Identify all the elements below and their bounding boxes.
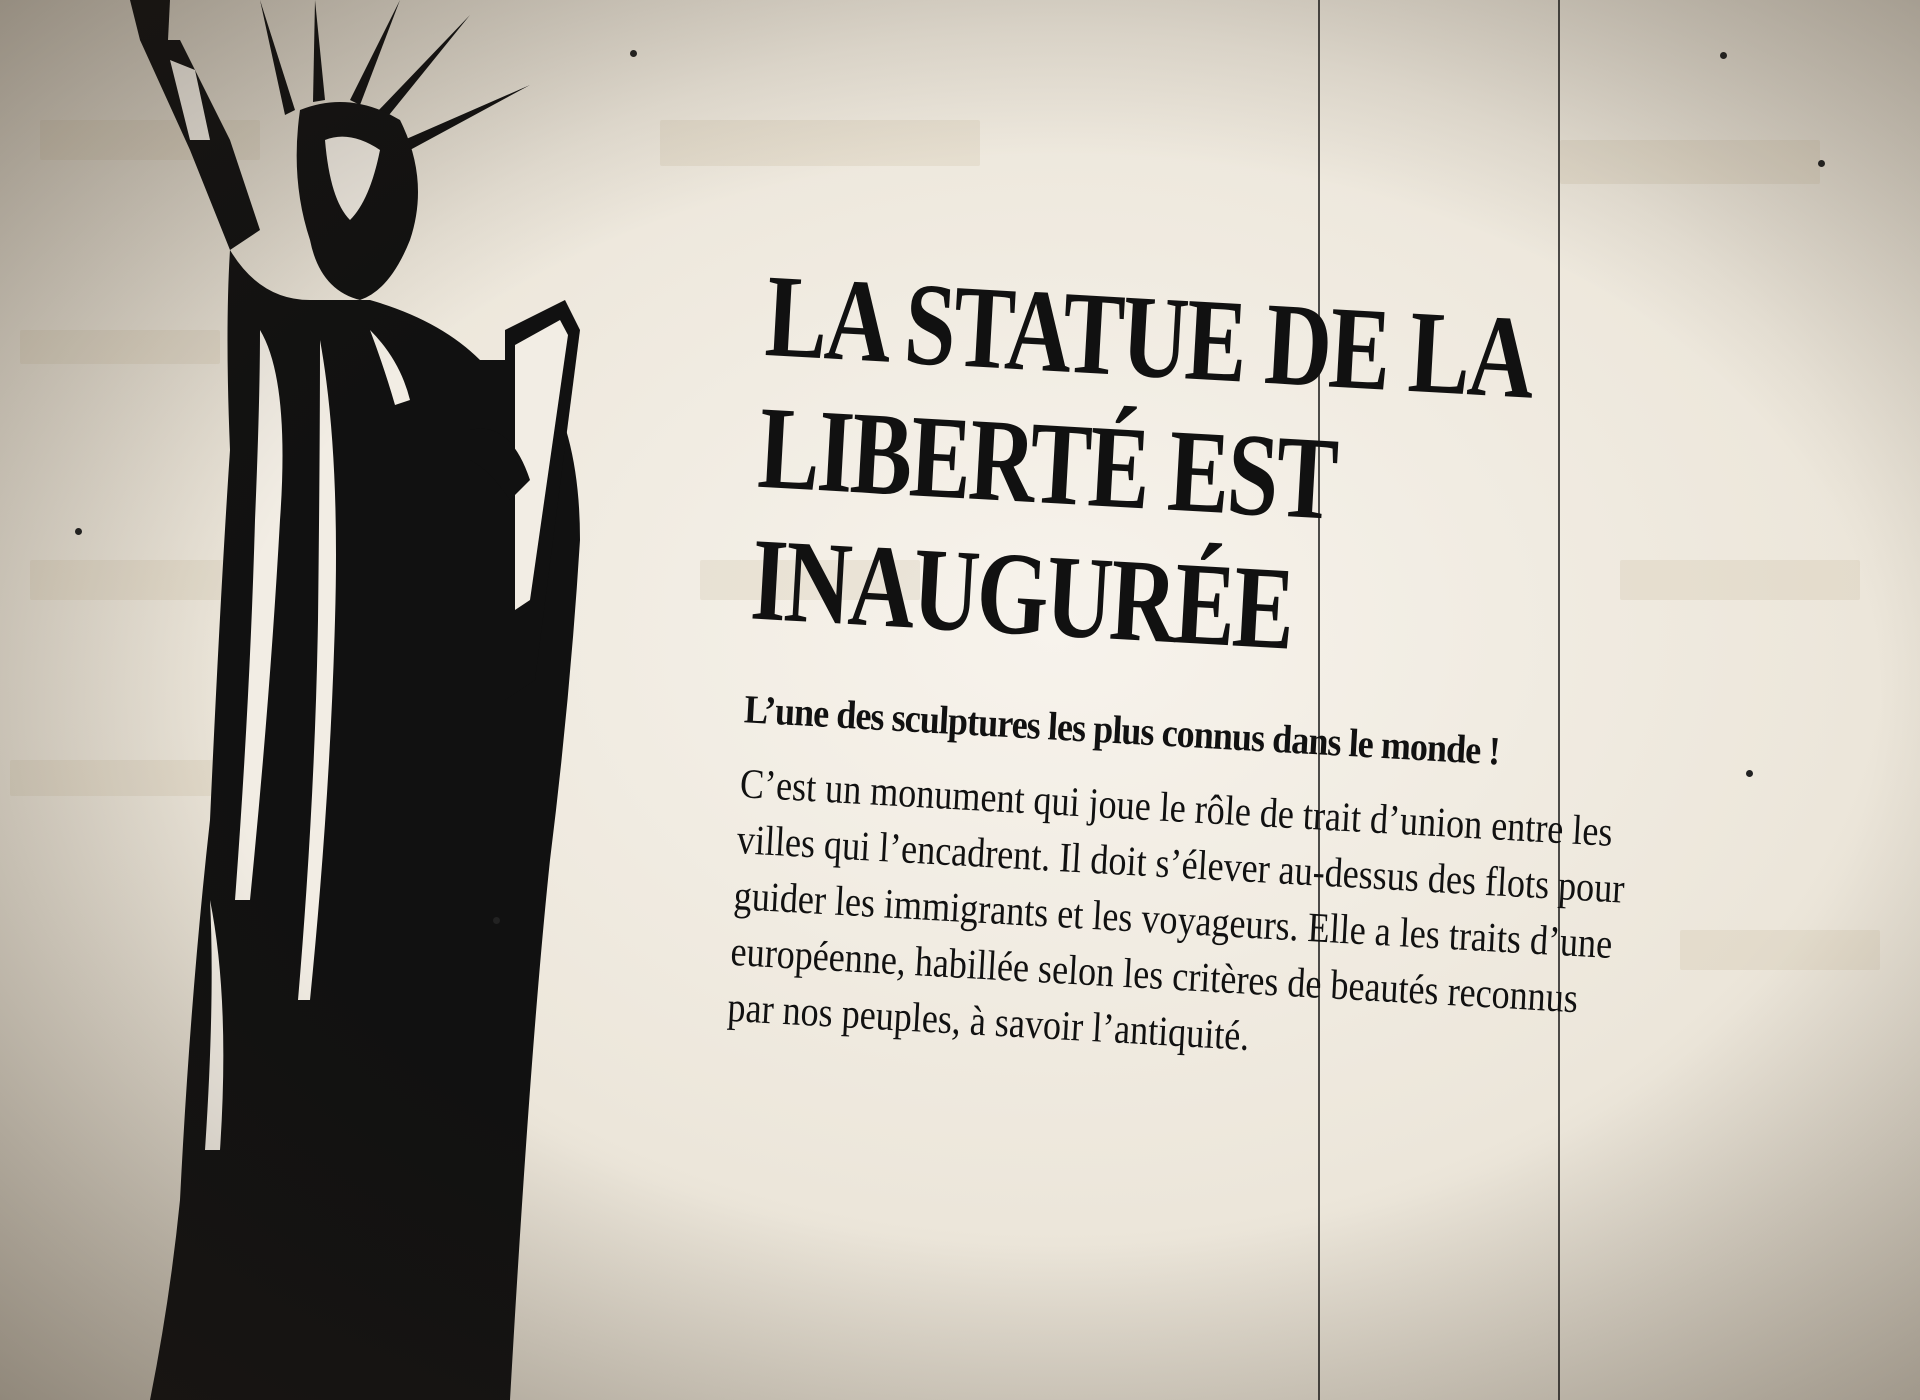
article-body: C’est un monument qui joue le rôle de tr… — [726, 756, 1686, 1088]
ink-speck — [1720, 52, 1727, 59]
statue-of-liberty-illustration — [130, 0, 580, 1400]
newspaper-page: LA STATUE DE LA LIBERTÉ EST INAUGURÉE L’… — [0, 0, 1920, 1400]
ink-speck — [1818, 160, 1825, 167]
background-text-block — [660, 120, 980, 166]
ink-speck — [75, 528, 82, 535]
headline: LA STATUE DE LA LIBERTÉ EST INAUGURÉE — [748, 250, 1705, 698]
background-text-block — [1560, 140, 1820, 184]
article: LA STATUE DE LA LIBERTÉ EST INAUGURÉE L’… — [726, 250, 1828, 1095]
ink-speck — [630, 50, 637, 57]
ink-speck — [493, 917, 500, 924]
